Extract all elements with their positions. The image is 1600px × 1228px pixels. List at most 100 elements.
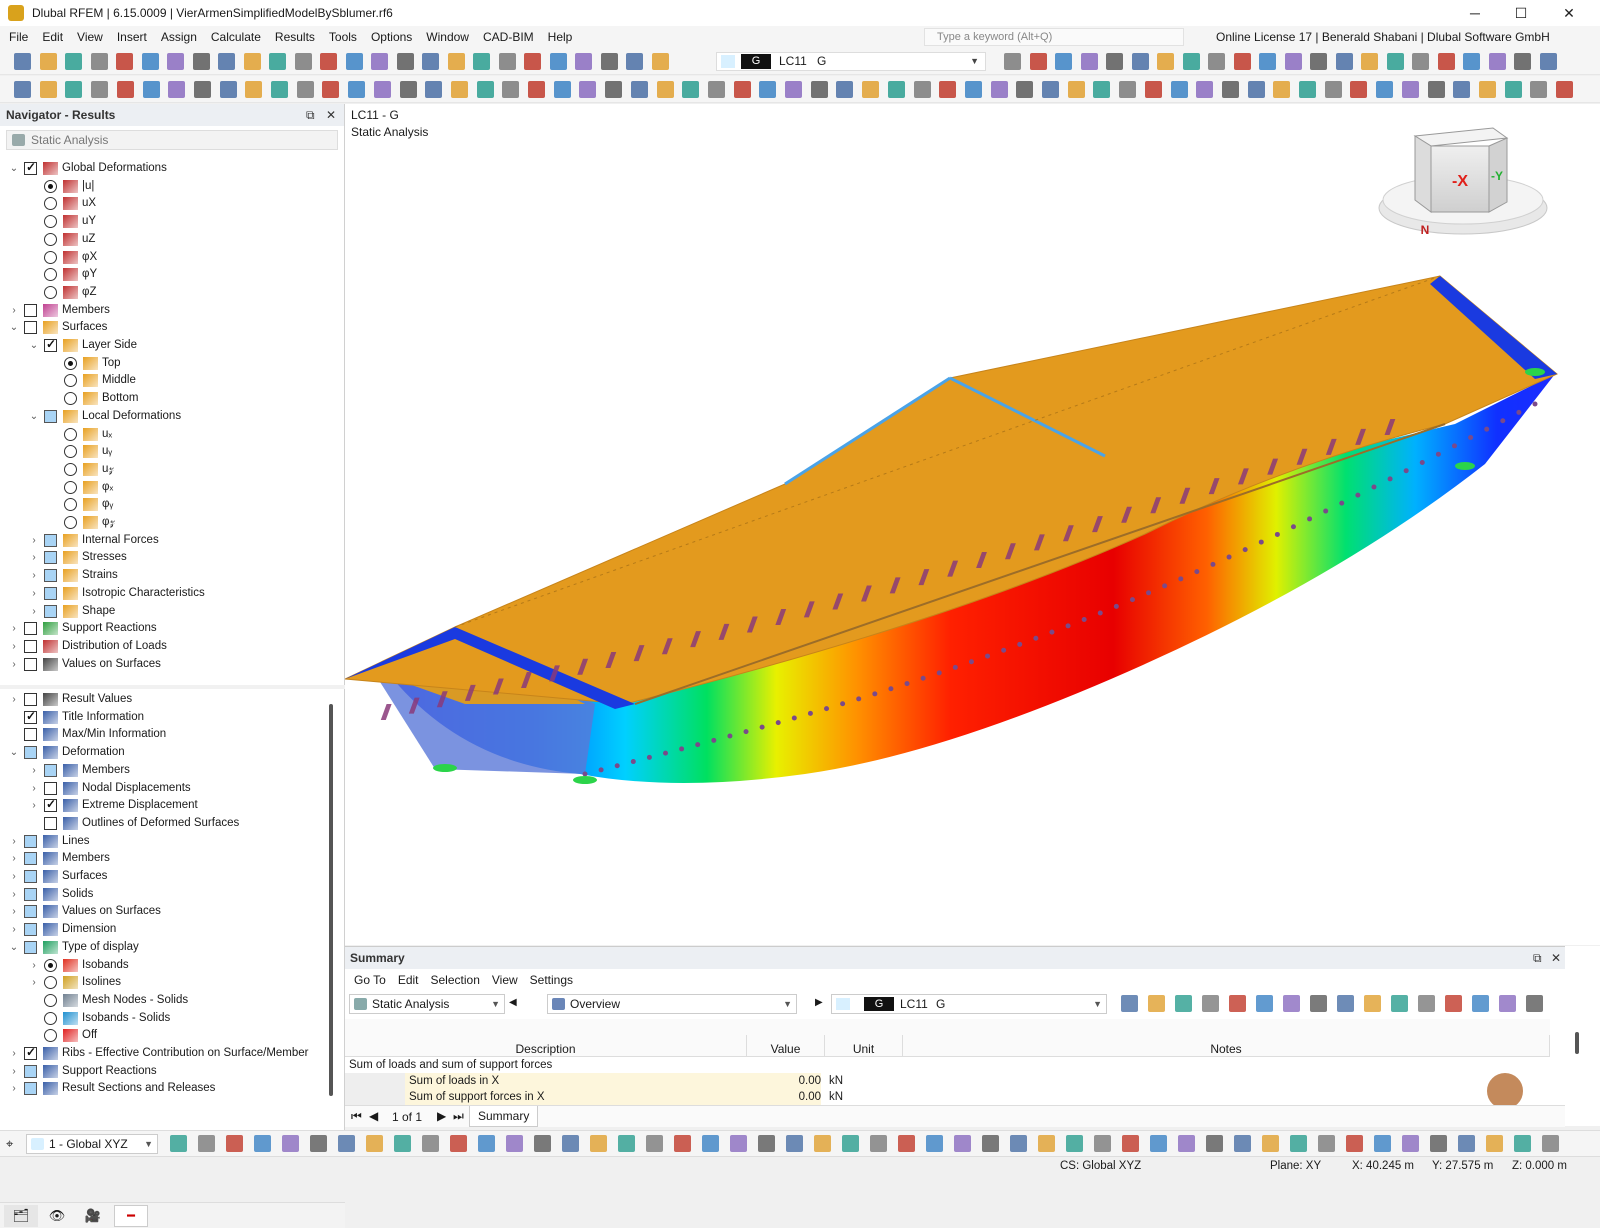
checkbox[interactable] <box>44 409 57 423</box>
toolbar-button-icon[interactable] <box>1144 81 1162 98</box>
bottom-tool-icon[interactable] <box>1010 1135 1027 1152</box>
toolbar-button-icon[interactable] <box>656 81 674 98</box>
radio-button[interactable] <box>64 462 77 476</box>
table-row[interactable]: Sum of support forces in X 0.00 kN <box>345 1089 1550 1105</box>
toolbar-button-icon[interactable] <box>862 81 880 98</box>
expand-icon[interactable]: › <box>8 1066 20 1078</box>
sheet-tab-summary[interactable]: Summary <box>469 1106 539 1127</box>
tree-item[interactable]: uᵧ <box>0 443 345 461</box>
toolbar-button-icon[interactable] <box>193 81 211 98</box>
toolbar-button-icon[interactable] <box>320 53 337 70</box>
toolbar-button-icon[interactable] <box>1488 53 1506 70</box>
toolbar-button-icon[interactable] <box>887 81 905 98</box>
summary-tool-icon[interactable] <box>1310 995 1327 1012</box>
tree-item[interactable]: ⌄ Deformation <box>0 744 345 762</box>
toolbar-button-icon[interactable] <box>447 53 465 70</box>
toolbar-button-icon[interactable] <box>785 81 802 98</box>
checkbox[interactable] <box>24 870 37 883</box>
summary-tool-icon[interactable] <box>1229 995 1246 1012</box>
col-value[interactable]: Value <box>747 1035 825 1057</box>
checkbox[interactable] <box>44 816 57 830</box>
menu-options[interactable]: Options <box>364 30 419 44</box>
radio-button[interactable] <box>44 250 57 264</box>
float-panel-icon[interactable]: ⧉ <box>306 108 315 123</box>
bottom-tool-icon[interactable] <box>1206 1135 1223 1152</box>
bottom-tool-icon[interactable] <box>478 1135 495 1152</box>
bottom-tool-icon[interactable] <box>926 1135 943 1152</box>
toolbar-button-icon[interactable] <box>1247 81 1265 98</box>
tree-item[interactable]: › Dimension <box>0 921 345 939</box>
toolbar-button-icon[interactable] <box>450 81 468 98</box>
tree-item[interactable]: › Nodal Displacements <box>0 780 345 798</box>
summary-tool-icon[interactable] <box>1283 995 1300 1012</box>
toolbar-button-icon[interactable] <box>425 81 443 98</box>
toolbar-button-icon[interactable] <box>1310 53 1327 70</box>
bottom-tool-icon[interactable] <box>590 1135 607 1152</box>
checkbox[interactable] <box>24 746 37 760</box>
tree-item[interactable]: › Ribs - Effective Contribution on Surfac… <box>0 1045 345 1063</box>
toolbar-button-icon[interactable] <box>1539 53 1557 70</box>
summary-tool-icon[interactable] <box>1445 995 1462 1012</box>
tree-item[interactable]: ⌄ Local Deformations <box>0 408 345 426</box>
toolbar-button-icon[interactable] <box>626 53 643 70</box>
expand-icon[interactable]: › <box>28 552 40 564</box>
bottom-tool-icon[interactable] <box>282 1135 299 1152</box>
summary-loadcase-combo[interactable]: G LC11 G ▼ <box>831 994 1107 1014</box>
checkbox[interactable] <box>24 940 37 954</box>
tree-item[interactable]: ⌄ Global Deformations <box>0 160 345 178</box>
toolbar-button-icon[interactable] <box>141 53 159 70</box>
radio-button[interactable] <box>44 976 57 990</box>
toolbar-button-icon[interactable] <box>939 81 957 98</box>
toolbar-button-icon[interactable] <box>271 81 288 98</box>
checkbox[interactable] <box>24 1064 37 1078</box>
toolbar-button-icon[interactable] <box>1196 81 1214 98</box>
bottom-tool-icon[interactable] <box>310 1135 327 1152</box>
menu-insert[interactable]: Insert <box>110 30 154 44</box>
toolbar-button-icon[interactable] <box>245 81 263 98</box>
toolbar-button-icon[interactable] <box>502 81 520 98</box>
toolbar-button-icon[interactable] <box>1004 53 1021 70</box>
tree-item[interactable]: |u| <box>0 178 345 196</box>
radio-button[interactable] <box>44 197 57 211</box>
analysis-type-combo[interactable]: Static Analysis <box>6 130 338 150</box>
toolbar-button-icon[interactable] <box>600 53 618 70</box>
navigator-scrollbar[interactable] <box>329 704 333 1096</box>
toolbar-button-icon[interactable] <box>1463 53 1480 70</box>
toolbar-button-icon[interactable] <box>733 81 751 98</box>
tree-item[interactable]: uX <box>0 195 345 213</box>
bottom-tool-icon[interactable] <box>702 1135 719 1152</box>
tree-item[interactable]: › Members <box>0 302 345 320</box>
menu-edit[interactable]: Edit <box>392 973 425 987</box>
tree-item[interactable]: › Result Sections and Releases <box>0 1080 345 1098</box>
toolbar-button-icon[interactable] <box>810 81 828 98</box>
float-panel-icon[interactable]: ⧉ <box>1533 951 1542 966</box>
bottom-tool-icon[interactable] <box>1318 1135 1335 1152</box>
toolbar-button-icon[interactable] <box>192 53 210 70</box>
tree-item[interactable]: › Members <box>0 850 345 868</box>
bottom-tool-icon[interactable] <box>562 1135 579 1152</box>
toolbar-button-icon[interactable] <box>91 81 109 98</box>
close-panel-icon[interactable]: ✕ <box>1551 951 1561 965</box>
toolbar-button-icon[interactable] <box>1386 53 1404 70</box>
toolbar-button-icon[interactable] <box>39 53 57 70</box>
toolbar-button-icon[interactable] <box>1182 53 1200 70</box>
tree-item[interactable]: › Result Values <box>0 691 345 709</box>
tree-item[interactable]: ⌄ Type of display <box>0 939 345 957</box>
menu-selection[interactable]: Selection <box>425 973 486 987</box>
toolbar-button-icon[interactable] <box>1067 81 1085 98</box>
tree-item[interactable]: Isobands - Solids <box>0 1010 345 1028</box>
toolbar-button-icon[interactable] <box>605 81 623 98</box>
summary-tool-icon[interactable] <box>1148 995 1165 1012</box>
expand-icon[interactable]: › <box>28 783 40 795</box>
toolbar-button-icon[interactable] <box>1350 81 1368 98</box>
bottom-tool-icon[interactable] <box>1234 1135 1251 1152</box>
toolbar-button-icon[interactable] <box>1504 81 1522 98</box>
tab-views-icon[interactable]: 🎥 <box>76 1205 110 1227</box>
summary-tool-icon[interactable] <box>1472 995 1489 1012</box>
toolbar-button-icon[interactable] <box>476 81 494 98</box>
toolbar-button-icon[interactable] <box>322 81 340 98</box>
checkbox[interactable] <box>24 639 37 653</box>
bottom-tool-icon[interactable] <box>842 1135 859 1152</box>
prev-icon[interactable]: ◀ <box>509 997 517 1008</box>
menu-results[interactable]: Results <box>268 30 322 44</box>
